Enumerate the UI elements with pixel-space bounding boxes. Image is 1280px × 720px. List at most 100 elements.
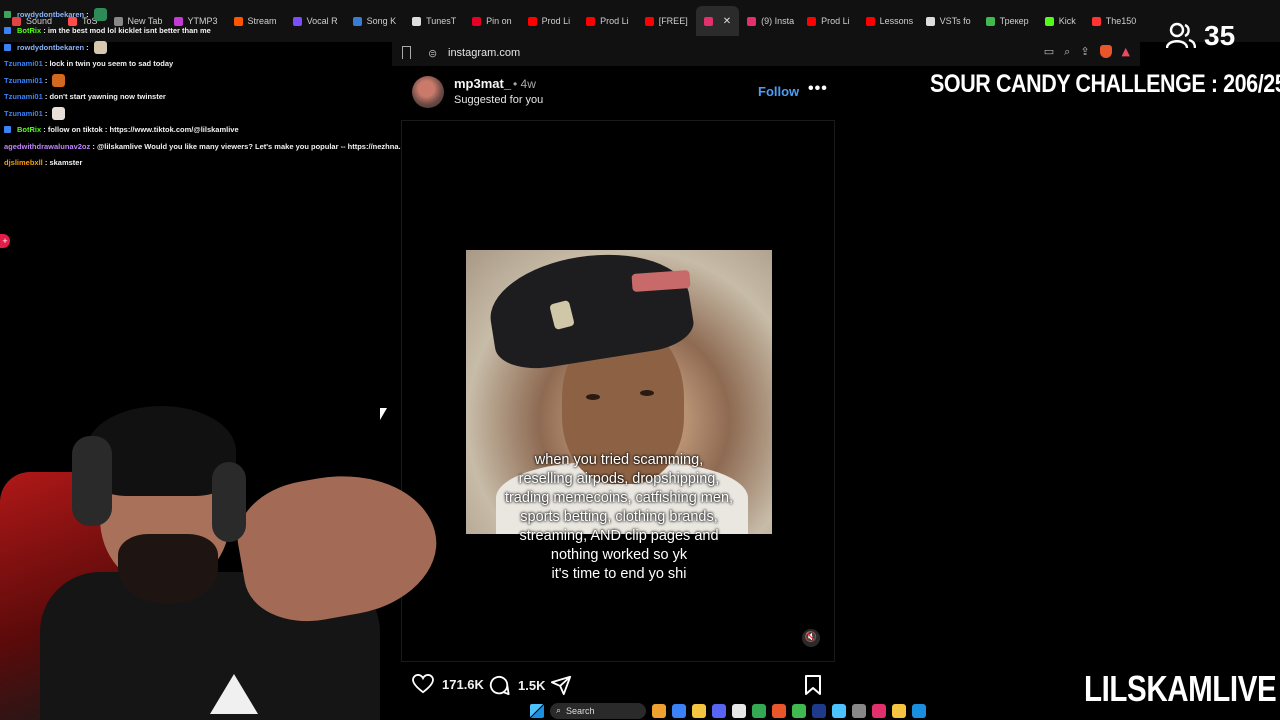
tab-favicon-icon xyxy=(807,16,817,26)
address-bar-tools: ▭ ⌕ ⇪ ▲ xyxy=(1044,45,1130,59)
chat-username[interactable]: Tzunami01 xyxy=(4,59,43,68)
stream-chat: rowdydontbekaren : BotRix : im the best … xyxy=(0,6,420,171)
chat-text: lock in twin you seem to sad today xyxy=(49,59,174,69)
taskbar-app-icon[interactable] xyxy=(652,704,666,718)
more-options-icon[interactable]: ••• xyxy=(808,80,828,98)
chat-emote-icon xyxy=(93,7,107,21)
taskbar-app-icon[interactable] xyxy=(872,704,886,718)
tab-favicon-icon xyxy=(527,16,537,26)
tab-label: TunesT xyxy=(426,16,457,26)
browser-tab[interactable]: (9) Insta xyxy=(739,6,799,36)
chat-text: im the best mod lol kicklet isnt better … xyxy=(47,26,211,36)
browser-tab[interactable]: Prod Li xyxy=(520,6,579,36)
chat-username[interactable]: djslimebxll xyxy=(4,158,43,167)
chat-username[interactable]: rowdydontbekaren xyxy=(17,10,84,19)
chat-badge-icon xyxy=(4,10,11,18)
chat-text: don't start yawning now twinster xyxy=(49,92,166,102)
taskbar-app-icon[interactable] xyxy=(732,704,746,718)
tab-favicon-icon xyxy=(1091,16,1101,26)
post-username[interactable]: mp3mat_ xyxy=(454,76,511,91)
tab-favicon-icon xyxy=(586,16,596,26)
chat-message: Tzunami01 : lock in twin you seem to sad… xyxy=(0,56,420,73)
tab-favicon-icon xyxy=(703,16,713,26)
browser-tab[interactable]: The150 xyxy=(1084,6,1144,36)
browser-tab[interactable]: VSTs fo xyxy=(918,6,978,36)
shirt-logo xyxy=(210,674,258,714)
close-icon[interactable]: ✕ xyxy=(723,16,731,27)
tab-label: (9) Insta xyxy=(761,16,795,26)
browser-tab[interactable]: ✕ xyxy=(695,6,740,36)
chat-username[interactable]: agedwithdrawalunav2oz xyxy=(4,142,90,151)
browser-tab[interactable]: Pin on xyxy=(464,6,520,36)
notification-dot[interactable]: + xyxy=(0,234,10,248)
browser-tab[interactable]: Prod Li xyxy=(799,6,858,36)
taskbar-app-icon[interactable] xyxy=(712,704,726,718)
browser-tab[interactable]: Kick xyxy=(1037,6,1084,36)
comment-action[interactable]: 1.5K xyxy=(488,674,545,696)
chat-username[interactable]: BotRix xyxy=(17,26,41,35)
site-info-icon[interactable]: ⊜ xyxy=(428,47,437,60)
browser-tab[interactable]: Трекер xyxy=(978,6,1037,36)
taskbar-app-icon[interactable] xyxy=(692,704,706,718)
mute-icon[interactable]: 🔇 xyxy=(802,629,820,647)
chat-message: rowdydontbekaren : xyxy=(0,6,420,23)
taskbar-search[interactable]: ⌕ Search xyxy=(550,703,646,719)
tab-favicon-icon xyxy=(644,16,654,26)
chat-message: agedwithdrawalunav2oz : @lilskamlive Wou… xyxy=(0,138,420,155)
post-video[interactable]: when you tried scamming, reselling airpod… xyxy=(401,120,835,662)
taskbar-app-icon[interactable] xyxy=(672,704,686,718)
tab-label: Prod Li xyxy=(600,16,629,26)
chat-emote-icon xyxy=(93,40,107,54)
brave-shields-icon[interactable] xyxy=(1099,45,1112,58)
taskbar-app-icon[interactable] xyxy=(792,704,806,718)
chat-username[interactable]: BotRix xyxy=(17,125,41,134)
comment-icon[interactable] xyxy=(488,674,510,696)
chat-emote-icon xyxy=(52,106,66,120)
chat-username[interactable]: Tzunami01 xyxy=(4,76,43,85)
taskbar-app-icon[interactable] xyxy=(892,704,906,718)
chat-username[interactable]: Tzunami01 xyxy=(4,92,43,101)
share-icon[interactable]: ⇪ xyxy=(1080,45,1089,59)
chat-username[interactable]: Tzunami01 xyxy=(4,109,43,118)
users-icon xyxy=(1166,22,1196,49)
chat-text: follow on tiktok : https://www.tiktok.co… xyxy=(47,125,239,135)
chat-separator: : xyxy=(42,75,50,85)
taskbar-app-icon[interactable] xyxy=(812,704,826,718)
headset-left xyxy=(72,436,112,526)
caption-line: trading memecoins, catfishing men, xyxy=(504,490,734,506)
post-time: • 4w xyxy=(513,77,536,91)
save-icon[interactable] xyxy=(804,674,822,696)
address-bar: ⊜ instagram.com ▭ ⌕ ⇪ ▲ xyxy=(392,42,1140,66)
browser-tab[interactable]: Prod Li xyxy=(578,6,637,36)
start-button[interactable] xyxy=(530,704,544,718)
tab-label: Prod Li xyxy=(821,16,850,26)
zoom-icon[interactable]: ⌕ xyxy=(1064,45,1070,59)
post-actions: 171.6K 1.5K xyxy=(410,672,830,698)
share-icon[interactable] xyxy=(550,674,572,696)
taskbar: ⌕ Search xyxy=(440,702,1080,720)
mouse-cursor xyxy=(380,408,387,420)
chat-separator: : xyxy=(84,9,91,19)
chat-separator: : xyxy=(42,108,50,118)
brave-rewards-icon[interactable]: ▲ xyxy=(1122,45,1130,59)
chat-separator: : xyxy=(42,158,50,168)
taskbar-app-icon[interactable] xyxy=(772,704,786,718)
tab-label: Lessons xyxy=(879,16,914,26)
taskbar-app-icon[interactable] xyxy=(912,704,926,718)
taskbar-app-icon[interactable] xyxy=(752,704,766,718)
avatar[interactable] xyxy=(412,76,444,108)
install-app-icon[interactable]: ▭ xyxy=(1044,45,1054,59)
chat-separator: : xyxy=(41,26,48,36)
taskbar-app-icon[interactable] xyxy=(832,704,846,718)
url-field[interactable]: instagram.com xyxy=(448,47,520,59)
chat-username[interactable]: rowdydontbekaren xyxy=(17,43,84,52)
tab-favicon-icon xyxy=(747,16,757,26)
tab-label: Pin on xyxy=(486,16,512,26)
caption-line: it's time to end yo shi xyxy=(551,566,687,582)
follow-button[interactable]: Follow xyxy=(758,84,799,99)
taskbar-app-icon[interactable] xyxy=(852,704,866,718)
chat-message: rowdydontbekaren : xyxy=(0,39,420,56)
browser-tab[interactable]: [FREE] xyxy=(637,6,696,36)
browser-tab[interactable]: Lessons xyxy=(858,6,918,36)
tab-label: Prod Li xyxy=(541,16,571,26)
